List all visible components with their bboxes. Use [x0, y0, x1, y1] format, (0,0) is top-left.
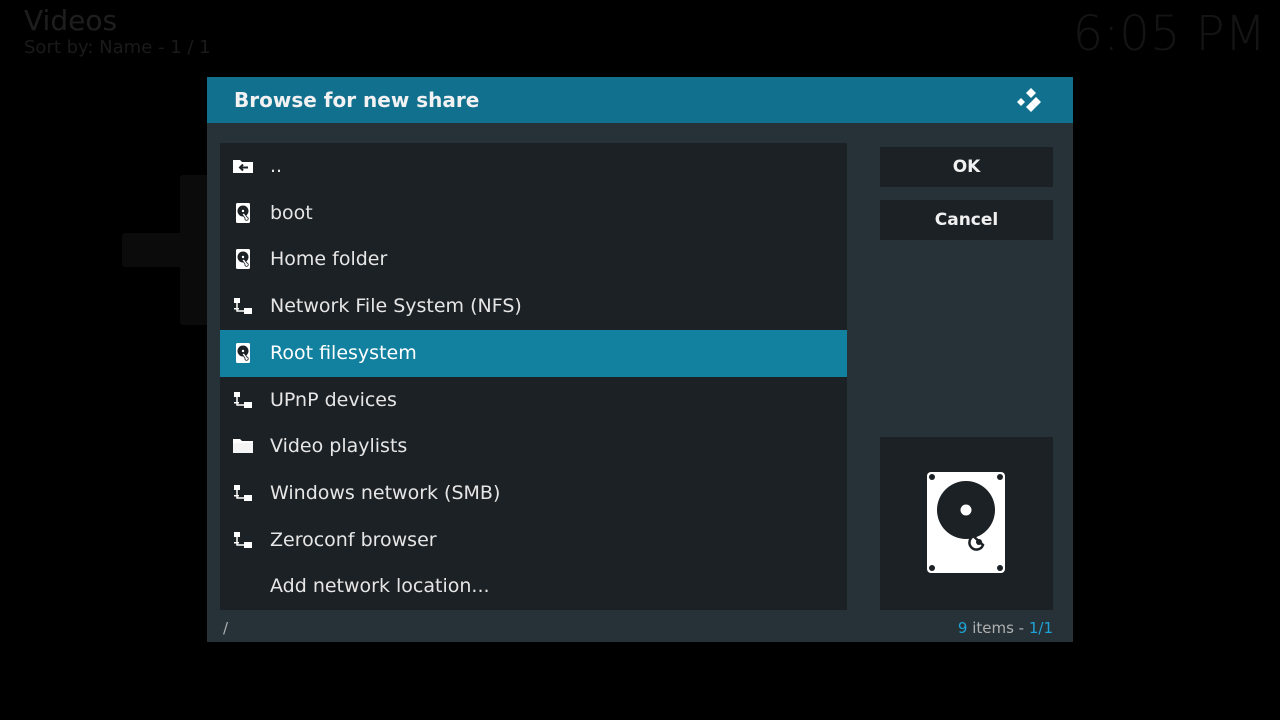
harddisk-icon: [232, 342, 254, 364]
browse-share-dialog: Browse for new share .. boot Home folder Ne…: [207, 77, 1073, 642]
list-item-label: Zeroconf browser: [270, 528, 437, 551]
list-item[interactable]: Zeroconf browser: [220, 517, 847, 564]
harddisk-large-icon: [927, 472, 1005, 573]
clock: 6:05 PM: [1072, 6, 1266, 62]
network-icon: [232, 529, 254, 551]
page-indicator: 1/1: [1028, 619, 1053, 637]
ok-button[interactable]: OK: [880, 147, 1053, 187]
list-item-label: boot: [270, 201, 313, 224]
list-item-label: Network File System (NFS): [270, 295, 522, 318]
sort-info: Sort by: Name - 1 / 1: [24, 37, 211, 58]
list-item[interactable]: Home folder: [220, 236, 847, 283]
list-item[interactable]: Windows network (SMB): [220, 470, 847, 517]
harddisk-icon: [232, 248, 254, 270]
file-list: .. boot Home folder Network File System (NF…: [220, 143, 847, 610]
page-title: Videos: [24, 4, 118, 37]
harddisk-icon: [232, 202, 254, 224]
list-item[interactable]: Video playlists: [220, 423, 847, 470]
dialog-header: Browse for new share: [207, 77, 1073, 123]
item-count: 9 items - 1/1: [958, 617, 1053, 639]
folder-back-icon: [232, 155, 254, 177]
kodi-logo-icon: [1017, 88, 1041, 112]
list-item[interactable]: Network File System (NFS): [220, 283, 847, 330]
list-item[interactable]: Add network location...: [220, 563, 847, 610]
folder-icon: [232, 435, 254, 457]
list-item-label: ..: [270, 155, 283, 177]
network-icon: [232, 389, 254, 411]
list-item-label: Home folder: [270, 248, 388, 271]
list-item[interactable]: UPnP devices: [220, 377, 847, 424]
list-item-label: Root filesystem: [270, 341, 417, 364]
list-item-label: Add network location...: [270, 575, 490, 598]
dialog-title: Browse for new share: [234, 88, 480, 112]
cancel-button[interactable]: Cancel: [880, 200, 1053, 240]
list-item[interactable]: boot: [220, 190, 847, 237]
network-icon: [232, 482, 254, 504]
list-item[interactable]: Root filesystem: [220, 329, 847, 377]
list-item[interactable]: ..: [220, 143, 847, 190]
network-icon: [232, 295, 254, 317]
current-path: /: [223, 619, 229, 637]
list-item-label: Windows network (SMB): [270, 481, 501, 504]
list-item-label: UPnP devices: [270, 388, 397, 411]
list-item-label: Video playlists: [270, 435, 408, 458]
item-count-text: items -: [967, 619, 1029, 637]
add-source-plus-bar: [122, 233, 212, 267]
item-count-value: 9: [957, 619, 968, 637]
preview-panel: [880, 437, 1053, 610]
